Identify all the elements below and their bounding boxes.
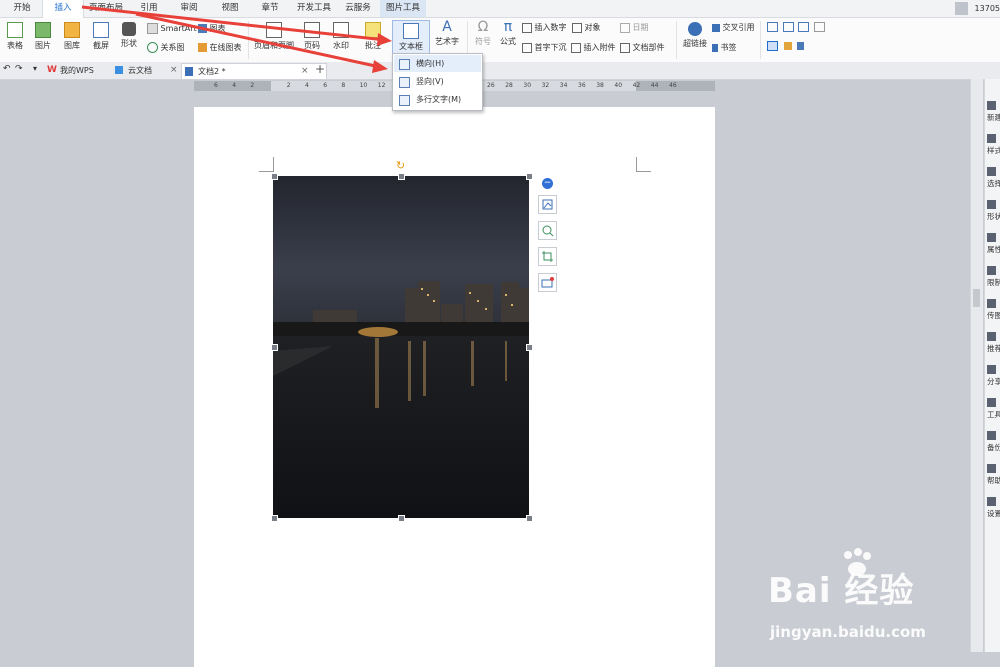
annotation-arrow-2 <box>135 12 381 69</box>
paw-icon <box>838 547 874 577</box>
watermark-url: jingyan.baidu.com <box>770 623 926 641</box>
baidu-jingyan-watermark: Bai 经验 jingyan.baidu.com <box>762 545 1000 652</box>
arrowhead-2 <box>372 60 388 73</box>
arrowhead-1 <box>377 33 392 46</box>
